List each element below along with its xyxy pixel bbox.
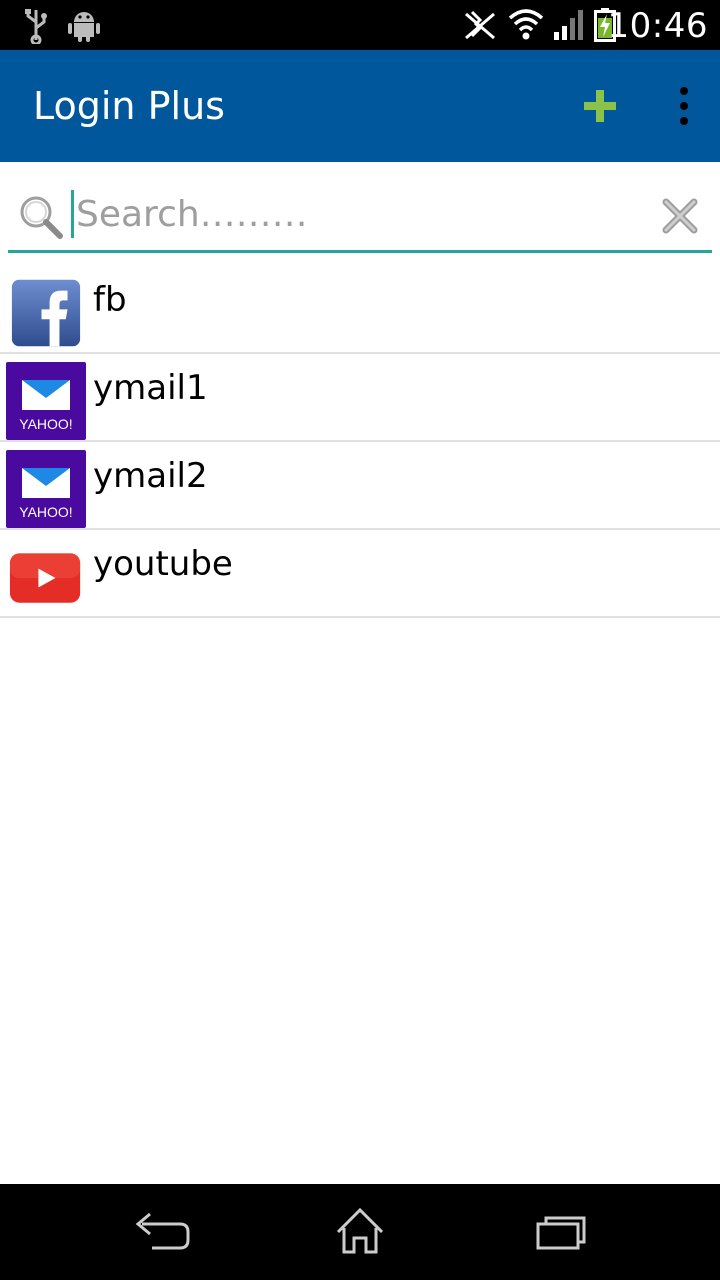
overflow-menu-button[interactable] bbox=[660, 80, 708, 132]
account-label: youtube bbox=[93, 544, 233, 584]
navigation-bar bbox=[0, 1184, 720, 1280]
nfc-icon bbox=[465, 10, 495, 40]
list-item[interactable]: youtube bbox=[0, 530, 720, 618]
app-bar: Login Plus bbox=[0, 50, 720, 162]
home-button[interactable] bbox=[330, 1206, 390, 1256]
list-item[interactable]: fb bbox=[0, 266, 720, 354]
list-item[interactable]: YAHOO! ymail2 bbox=[0, 442, 720, 530]
account-label: ymail2 bbox=[93, 456, 208, 496]
yahoo-icon-text: YAHOO! bbox=[19, 504, 73, 520]
back-icon bbox=[135, 1212, 190, 1250]
add-icon bbox=[584, 90, 616, 122]
facebook-icon bbox=[11, 279, 81, 347]
usb-icon bbox=[25, 9, 47, 44]
home-icon bbox=[336, 1207, 384, 1254]
account-label: ymail1 bbox=[93, 368, 208, 408]
overflow-menu-icon bbox=[680, 87, 688, 125]
recents-icon bbox=[536, 1216, 586, 1250]
youtube-icon bbox=[9, 553, 81, 603]
app-title: Login Plus bbox=[33, 84, 225, 128]
search-underline bbox=[8, 250, 712, 253]
wifi-icon bbox=[508, 9, 544, 40]
close-icon bbox=[662, 198, 698, 234]
account-label: fb bbox=[93, 280, 127, 320]
signal-icon bbox=[554, 10, 583, 40]
yahoo-icon-text: YAHOO! bbox=[19, 416, 73, 432]
list-item[interactable]: YAHOO! ymail1 bbox=[0, 354, 720, 442]
clear-search-button[interactable] bbox=[660, 196, 700, 236]
add-button[interactable] bbox=[574, 80, 626, 132]
recents-button[interactable] bbox=[530, 1206, 590, 1256]
back-button[interactable] bbox=[132, 1206, 192, 1256]
android-debug-icon bbox=[68, 12, 100, 42]
yahoo-mail-icon: YAHOO! bbox=[6, 362, 86, 440]
status-time: 10:46 bbox=[607, 6, 708, 46]
search-input[interactable] bbox=[76, 190, 636, 238]
search-bar bbox=[0, 162, 720, 254]
account-list: fb YAHOO! ymail1 YAHOO! ymail2 youtube bbox=[0, 266, 720, 618]
status-bar: 10:46 bbox=[0, 0, 720, 50]
search-icon bbox=[20, 196, 63, 239]
text-cursor bbox=[71, 190, 74, 238]
yahoo-mail-icon: YAHOO! bbox=[6, 450, 86, 528]
